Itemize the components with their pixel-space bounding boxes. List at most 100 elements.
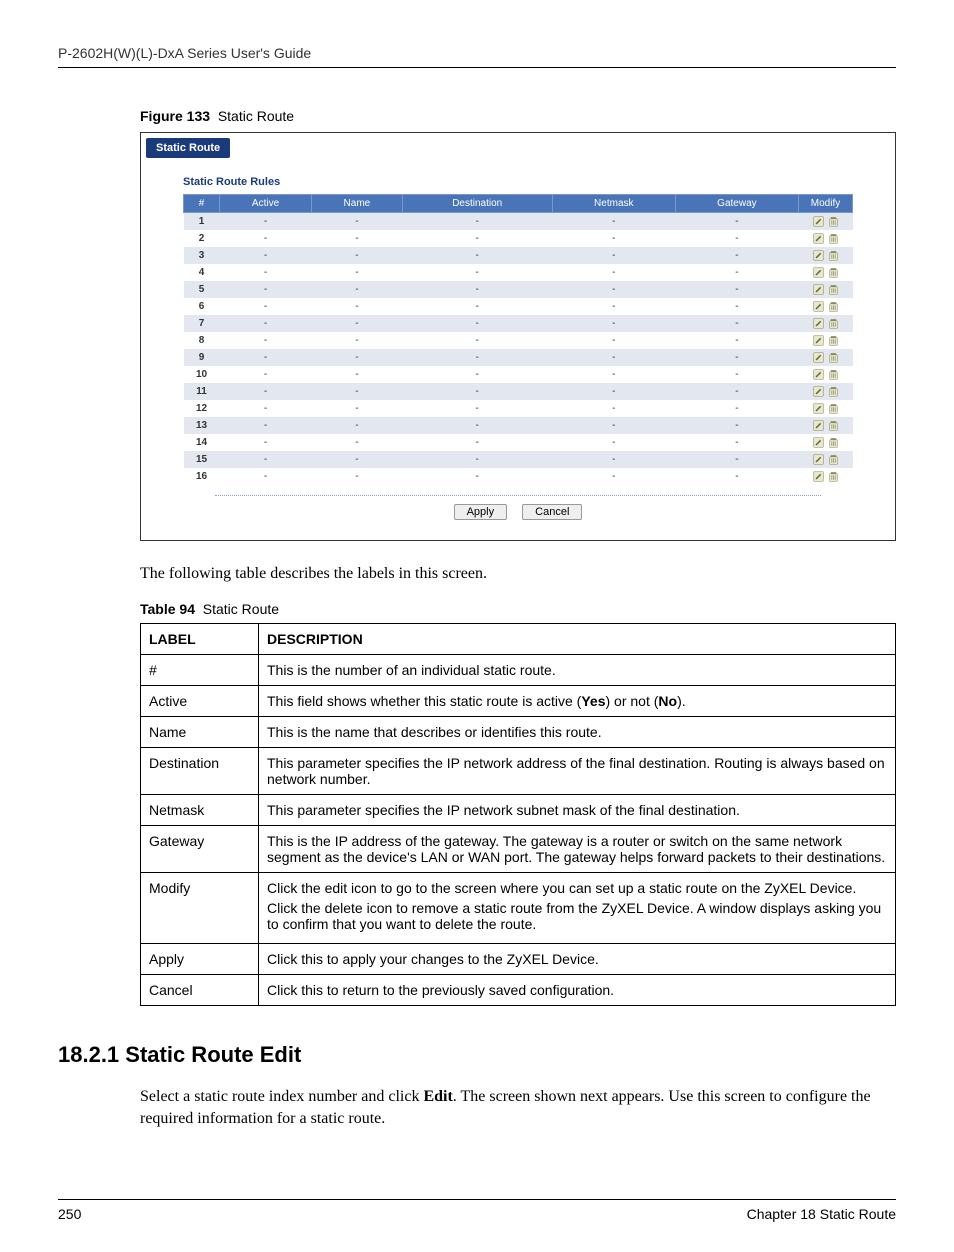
cell-netmask: -	[552, 451, 675, 468]
desc-label: Name	[141, 717, 259, 748]
col-modify: Modify	[799, 195, 853, 213]
table-row: 5-----	[184, 281, 853, 298]
edit-icon[interactable]	[812, 419, 825, 432]
edit-icon[interactable]	[812, 300, 825, 313]
cell-active: -	[220, 417, 312, 434]
cell-modify	[799, 383, 853, 400]
edit-icon[interactable]	[812, 470, 825, 483]
cell-modify	[799, 349, 853, 366]
cell-netmask: -	[552, 298, 675, 315]
delete-icon[interactable]	[827, 470, 840, 483]
table-row: 6-----	[184, 298, 853, 315]
edit-icon[interactable]	[812, 436, 825, 449]
cell-gateway: -	[675, 230, 798, 247]
cell-modify	[799, 213, 853, 231]
delete-icon[interactable]	[827, 402, 840, 415]
col-name: Name	[312, 195, 403, 213]
delete-icon[interactable]	[827, 283, 840, 296]
delete-icon[interactable]	[827, 419, 840, 432]
cell-destination: -	[402, 230, 552, 247]
edit-icon[interactable]	[812, 232, 825, 245]
cell-netmask: -	[552, 400, 675, 417]
delete-icon[interactable]	[827, 334, 840, 347]
edit-icon[interactable]	[812, 351, 825, 364]
cell-netmask: -	[552, 468, 675, 485]
cell-active: -	[220, 213, 312, 231]
desc-row: NetmaskThis parameter specifies the IP n…	[141, 795, 896, 826]
delete-icon[interactable]	[827, 436, 840, 449]
screenshot-static-route: Static Route Static Route Rules # Active…	[140, 132, 896, 541]
desc-row: NameThis is the name that describes or i…	[141, 717, 896, 748]
cell-index: 5	[184, 281, 220, 298]
table-caption: Table 94 Static Route	[140, 601, 896, 617]
delete-icon[interactable]	[827, 232, 840, 245]
delete-icon[interactable]	[827, 368, 840, 381]
col-destination: Destination	[402, 195, 552, 213]
cell-active: -	[220, 451, 312, 468]
table-row: 14-----	[184, 434, 853, 451]
section-heading: 18.2.1 Static Route Edit	[58, 1042, 896, 1068]
edit-icon[interactable]	[812, 385, 825, 398]
delete-icon[interactable]	[827, 266, 840, 279]
cell-active: -	[220, 298, 312, 315]
edit-icon[interactable]	[812, 368, 825, 381]
edit-icon[interactable]	[812, 249, 825, 262]
cell-modify	[799, 281, 853, 298]
cancel-button[interactable]: Cancel	[522, 504, 582, 520]
cell-gateway: -	[675, 468, 798, 485]
edit-icon[interactable]	[812, 317, 825, 330]
rules-table: # Active Name Destination Netmask Gatewa…	[183, 194, 853, 485]
cell-gateway: -	[675, 434, 798, 451]
cell-destination: -	[402, 451, 552, 468]
edit-icon[interactable]	[812, 283, 825, 296]
delete-icon[interactable]	[827, 300, 840, 313]
cell-name: -	[312, 315, 403, 332]
cell-name: -	[312, 298, 403, 315]
page-number: 250	[58, 1206, 81, 1222]
cell-gateway: -	[675, 400, 798, 417]
cell-destination: -	[402, 400, 552, 417]
cell-active: -	[220, 468, 312, 485]
cell-netmask: -	[552, 213, 675, 231]
delete-icon[interactable]	[827, 317, 840, 330]
delete-icon[interactable]	[827, 385, 840, 398]
desc-label: Active	[141, 686, 259, 717]
edit-icon[interactable]	[812, 402, 825, 415]
desc-row: ModifyClick the edit icon to go to the s…	[141, 873, 896, 944]
cell-netmask: -	[552, 315, 675, 332]
cell-active: -	[220, 230, 312, 247]
th-label: LABEL	[141, 624, 259, 655]
edit-icon[interactable]	[812, 215, 825, 228]
delete-icon[interactable]	[827, 453, 840, 466]
edit-icon[interactable]	[812, 453, 825, 466]
cell-destination: -	[402, 281, 552, 298]
delete-icon[interactable]	[827, 249, 840, 262]
desc-label: Gateway	[141, 826, 259, 873]
desc-text: This is the number of an individual stat…	[259, 655, 896, 686]
cell-active: -	[220, 281, 312, 298]
cell-index: 15	[184, 451, 220, 468]
cell-destination: -	[402, 332, 552, 349]
cell-netmask: -	[552, 247, 675, 264]
apply-button[interactable]: Apply	[454, 504, 508, 520]
cell-modify	[799, 298, 853, 315]
cell-modify	[799, 264, 853, 281]
cell-active: -	[220, 332, 312, 349]
section-paragraph: Select a static route index number and c…	[140, 1086, 896, 1129]
panel-subtitle: Static Route Rules	[183, 176, 881, 188]
cell-active: -	[220, 247, 312, 264]
desc-row: ActiveThis field shows whether this stat…	[141, 686, 896, 717]
cell-gateway: -	[675, 451, 798, 468]
cell-netmask: -	[552, 281, 675, 298]
cell-index: 2	[184, 230, 220, 247]
desc-row: CancelClick this to return to the previo…	[141, 975, 896, 1006]
delete-icon[interactable]	[827, 215, 840, 228]
edit-icon[interactable]	[812, 334, 825, 347]
cell-name: -	[312, 264, 403, 281]
edit-icon[interactable]	[812, 266, 825, 279]
cell-name: -	[312, 281, 403, 298]
cell-gateway: -	[675, 417, 798, 434]
cell-active: -	[220, 434, 312, 451]
cell-modify	[799, 451, 853, 468]
delete-icon[interactable]	[827, 351, 840, 364]
